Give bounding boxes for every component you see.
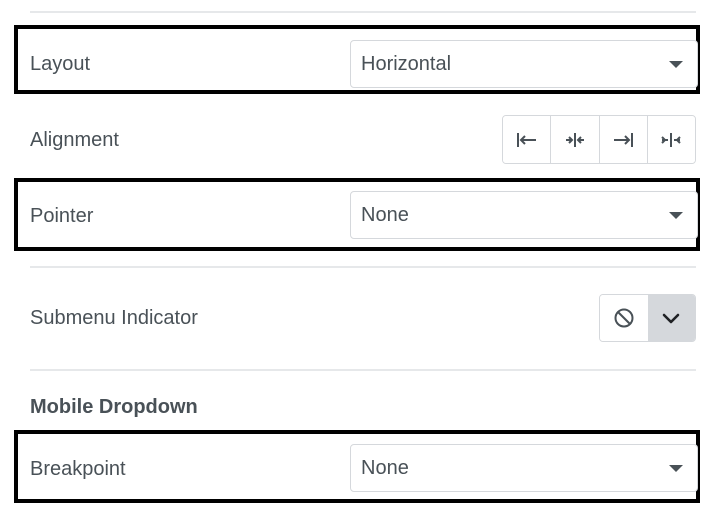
align-justify-icon — [661, 132, 682, 147]
pointer-label: Pointer — [30, 205, 94, 227]
caret-down-icon — [669, 212, 683, 219]
pointer-select[interactable]: None — [350, 191, 698, 239]
align-justify-button[interactable] — [647, 116, 695, 163]
layout-select-value: Horizontal — [361, 52, 452, 75]
layout-label: Layout — [30, 53, 91, 75]
caret-down-icon — [669, 465, 683, 472]
submenu-indicator-value-button[interactable] — [600, 295, 648, 341]
alignment-label: Alignment — [30, 129, 119, 151]
divider-top — [30, 11, 696, 13]
mobile-dropdown-heading: Mobile Dropdown — [30, 396, 198, 418]
align-end-icon — [614, 132, 634, 147]
breakpoint-label: Breakpoint — [30, 458, 126, 480]
ban-icon — [614, 308, 634, 328]
submenu-indicator-dropdown-button[interactable] — [647, 295, 695, 341]
align-end-button[interactable] — [599, 116, 648, 163]
submenu-indicator-control — [599, 294, 696, 342]
layout-select[interactable]: Horizontal — [350, 40, 698, 88]
submenu-indicator-label: Submenu Indicator — [30, 307, 198, 329]
align-center-button[interactable] — [551, 116, 600, 163]
align-start-icon — [516, 132, 536, 147]
chevron-down-icon — [662, 313, 680, 324]
pointer-select-value: None — [361, 203, 409, 226]
alignment-button-group — [502, 115, 696, 164]
align-center-icon — [565, 132, 584, 147]
caret-down-icon — [669, 61, 683, 68]
divider-middle — [30, 266, 696, 268]
breakpoint-select[interactable]: None — [350, 444, 698, 492]
align-start-button[interactable] — [503, 116, 552, 163]
breakpoint-select-value: None — [361, 456, 409, 479]
divider-bottom — [30, 369, 696, 371]
